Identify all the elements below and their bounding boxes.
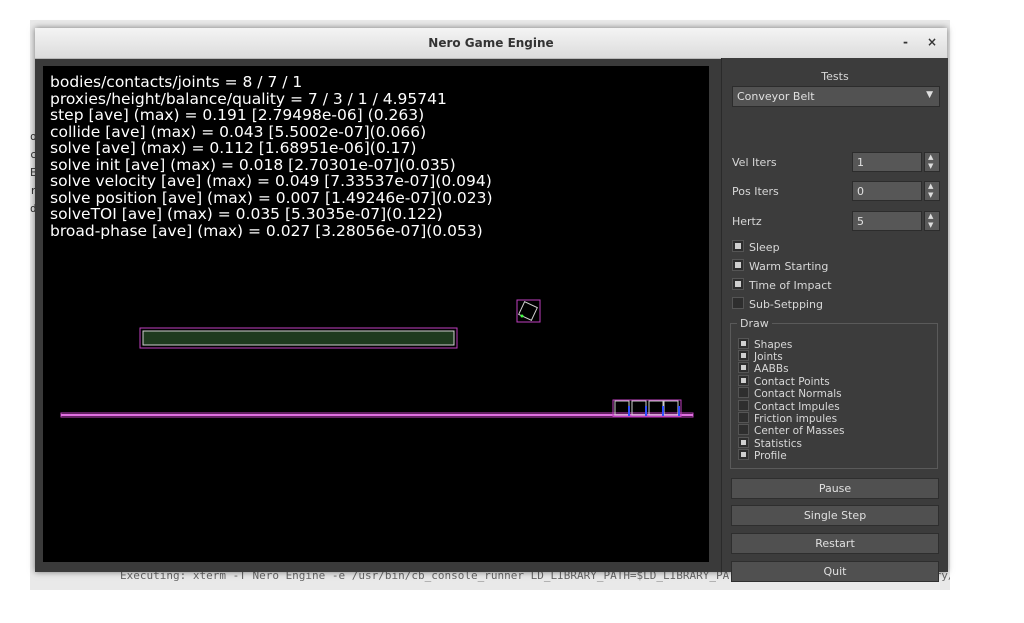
draw-statistics-checkbox[interactable]: Statistics [738,437,802,450]
stat-line: solveTOI [ave] (max) = 0.035 [5.3035e-07… [50,205,443,223]
app-window: Nero Game Engine - × bodies/contacts/joi… [35,28,948,582]
hertz-label: Hertz [732,215,762,228]
draw-contact-points-checkbox[interactable]: Contact Points [738,375,830,388]
minimize-button[interactable]: - [903,35,908,49]
draw-group-title: Draw [737,317,772,330]
draw-option-label: Center of Masses [754,425,845,437]
selected-test: Conveyor Belt [737,90,815,103]
time-of-impact-checkbox[interactable]: Time of Impact [732,278,832,292]
sub-stepping-label: Sub-Setpping [749,298,823,311]
draw-center-of-masses-checkbox[interactable]: Center of Masses [738,424,845,437]
draw-joints-checkbox[interactable]: Joints [738,350,783,363]
draw-shapes-checkbox[interactable]: Shapes [738,338,792,351]
draw-option-label: AABBs [754,363,789,375]
stat-line: collide [ave] (max) = 0.043 [5.5002e-07]… [50,122,427,141]
arrow-down-icon[interactable]: ▼ [928,221,933,229]
sleep-checkbox[interactable]: Sleep [732,240,780,254]
pos-iters-label: Pos Iters [732,185,779,198]
draw-friction-impulses-checkbox[interactable]: Friction impules [738,412,837,425]
stat-line: solve [ave] (max) = 0.112 [1.68951e-06](… [50,139,417,157]
restart-button[interactable]: Restart [731,533,939,554]
checkbox-icon[interactable] [738,350,749,361]
stat-line: broad-phase [ave] (max) = 0.027 [3.28056… [50,221,483,240]
arrow-down-icon[interactable]: ▼ [928,191,933,199]
title-bar[interactable]: Nero Game Engine - × [35,28,947,59]
pause-button[interactable]: Pause [731,478,939,499]
hertz-field[interactable]: 5 [852,211,922,231]
arrow-up-icon[interactable]: ▲ [928,182,933,190]
stat-line: step [ave] (max) = 0.191 [2.79498e-06] (… [50,106,425,124]
contact-point [520,314,524,318]
checkbox-icon[interactable] [732,297,744,309]
simulation-viewport[interactable]: bodies/contacts/joints = 8 / 7 / 1 proxi… [43,66,709,562]
checkbox-icon[interactable] [738,449,749,460]
checkbox-icon[interactable] [738,437,749,448]
warm-starting-label: Warm Starting [749,260,829,273]
hertz-stepper[interactable]: ▲ ▼ [924,211,940,231]
stat-line: bodies/contacts/joints = 8 / 7 / 1 [50,73,303,91]
checkbox-icon[interactable] [738,375,749,386]
sub-stepping-checkbox[interactable]: Sub-Setpping [732,297,823,311]
pos-iters-field[interactable]: 0 [852,181,922,201]
checkbox-icon[interactable] [732,259,744,271]
checkbox-icon[interactable] [738,400,749,411]
test-select[interactable]: Conveyor Belt ▼ [732,86,940,107]
draw-profile-checkbox[interactable]: Profile [738,449,787,462]
pos-iters-stepper[interactable]: ▲ ▼ [924,181,940,201]
checkbox-icon[interactable] [738,412,749,423]
pos-iters-spinbox[interactable]: 0 ▲ ▼ [852,181,940,201]
draw-contact-impulses-checkbox[interactable]: Contact Impules [738,400,840,413]
profile-stats: bodies/contacts/joints = 8 / 7 / 1 proxi… [50,74,493,239]
checkbox-icon[interactable] [738,387,749,398]
checkbox-icon[interactable] [732,240,744,252]
vel-iters-field[interactable]: 1 [852,152,922,172]
checkbox-icon[interactable] [738,338,749,349]
conveyor-platform [142,330,455,346]
draw-option-label: Profile [754,450,787,462]
vel-iters-label: Vel Iters [732,156,777,169]
stat-line: solve position [ave] (max) = 0.007 [1.49… [50,188,493,207]
vel-iters-stepper[interactable]: ▲ ▼ [924,152,940,172]
chevron-down-icon: ▼ [926,90,933,100]
stat-line: solve init [ave] (max) = 0.018 [2.70301e… [50,155,456,174]
close-button[interactable]: × [927,35,937,49]
hertz-spinbox[interactable]: 5 ▲ ▼ [852,211,940,231]
stat-line: solve velocity [ave] (max) = 0.049 [7.33… [50,172,492,190]
single-step-button[interactable]: Single Step [731,505,939,526]
window-title: Nero Game Engine [428,36,554,50]
checkbox-icon[interactable] [732,278,744,290]
checkbox-icon[interactable] [738,424,749,435]
vel-iters-spinbox[interactable]: 1 ▲ ▼ [852,152,940,172]
sleep-label: Sleep [749,241,780,254]
checkbox-icon[interactable] [738,362,749,373]
arrow-down-icon[interactable]: ▼ [928,162,933,170]
arrow-up-icon[interactable]: ▲ [928,153,933,161]
time-of-impact-label: Time of Impact [749,279,832,292]
stat-line: proxies/height/balance/quality = 7 / 3 /… [50,89,447,108]
draw-contact-normals-checkbox[interactable]: Contact Normals [738,387,842,400]
control-panel: Tests Conveyor Belt ▼ Vel Iters 1 ▲ ▼ Po… [721,58,948,582]
quit-button[interactable]: Quit [731,561,939,582]
tests-label: Tests [821,70,849,83]
draw-option-label: Contact Normals [754,388,842,400]
warm-starting-checkbox[interactable]: Warm Starting [732,259,828,273]
falling-box [518,301,538,321]
arrow-up-icon[interactable]: ▲ [928,212,933,220]
draw-aabbs-checkbox[interactable]: AABBs [738,362,789,375]
